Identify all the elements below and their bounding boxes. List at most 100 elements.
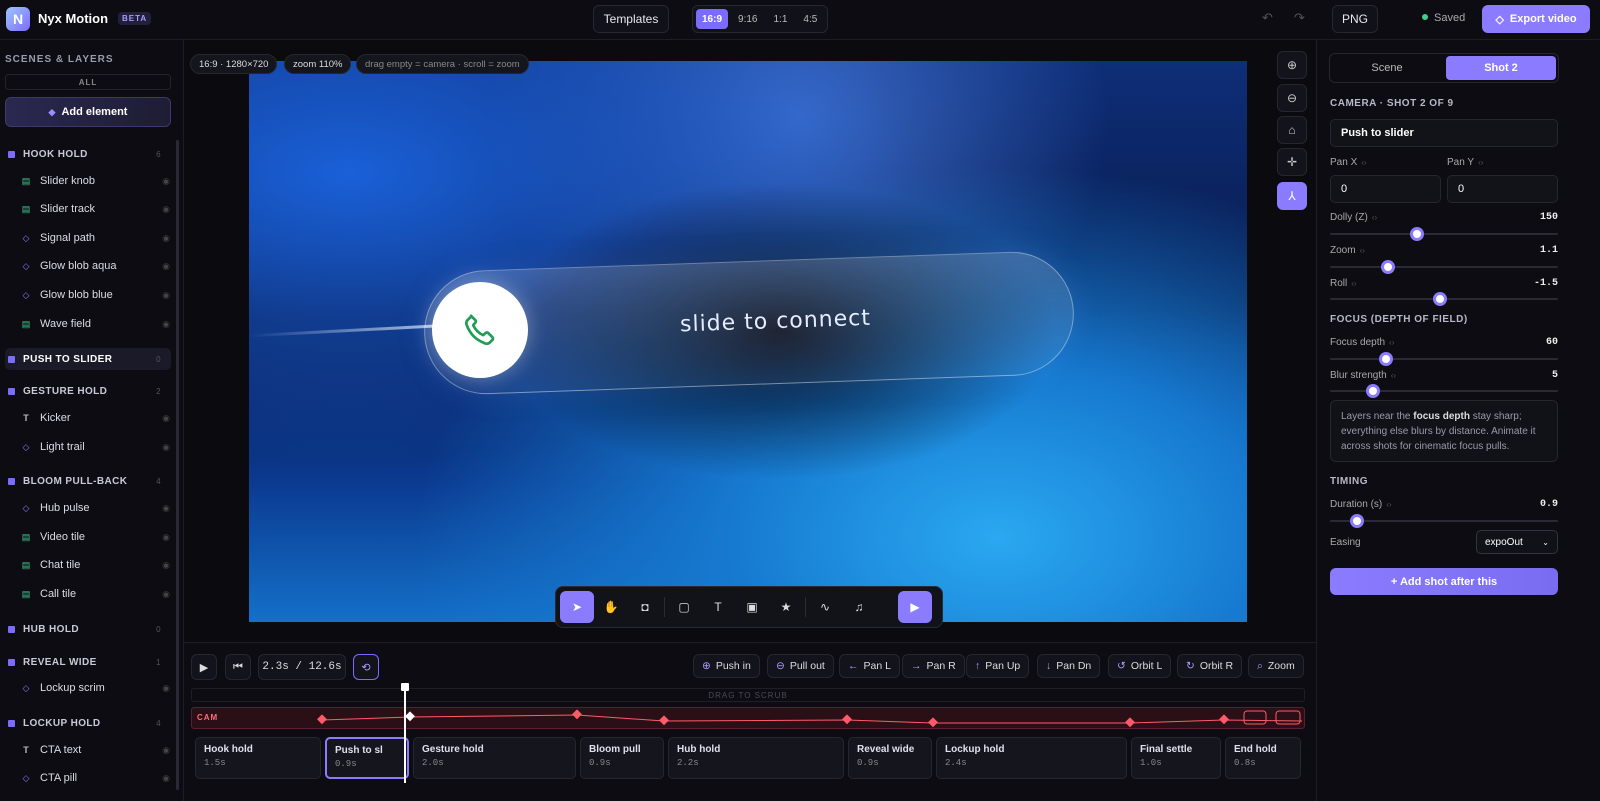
cam-pan-left-button[interactable]: ← Pan L	[839, 654, 900, 678]
shot-card[interactable]: Push to sl 0.9s	[325, 737, 409, 779]
layer-item[interactable]: ▤ Chat tile ◉	[20, 555, 170, 575]
star-tool-icon[interactable]: ★	[769, 591, 803, 623]
eye-icon[interactable]: ◉	[162, 773, 170, 784]
rectangle-tool-icon[interactable]: ▢	[667, 591, 701, 623]
zoom-in-icon[interactable]: ⊕	[1277, 51, 1307, 79]
eye-icon[interactable]: ◉	[162, 532, 170, 543]
eye-icon[interactable]: ◉	[162, 290, 170, 301]
music-tool-icon[interactable]: ♫	[842, 591, 876, 623]
slider-thumb[interactable]	[1410, 227, 1424, 241]
eye-icon[interactable]: ◉	[162, 503, 170, 514]
slider-thumb[interactable]	[1366, 384, 1380, 398]
zoom-slider[interactable]	[1330, 260, 1558, 274]
shot-card[interactable]: Hook hold 1.5s	[195, 737, 321, 779]
scene-group-lockup-hold[interactable]: LOCKUP HOLD 4	[5, 713, 171, 733]
cam-pan-down-button[interactable]: ↓ Pan Dn	[1037, 654, 1101, 678]
shot-card[interactable]: Hub hold 2.2s	[668, 737, 844, 779]
slider-thumb[interactable]	[1350, 514, 1364, 528]
roll-slider[interactable]	[1330, 292, 1558, 306]
ratio-4-5[interactable]: 4:5	[797, 9, 823, 29]
cam-orbit-left-button[interactable]: ↺ Orbit L	[1108, 654, 1172, 678]
shot-name-field[interactable]: Push to slider	[1330, 119, 1558, 147]
layer-item[interactable]: T Kicker ◉	[20, 408, 170, 428]
layer-item[interactable]: ▤ Slider knob ◉	[20, 171, 170, 191]
image-tool-icon[interactable]: ▣	[735, 591, 769, 623]
scene-group-hook-hold[interactable]: HOOK HOLD 6	[5, 144, 171, 164]
playhead[interactable]	[401, 683, 409, 783]
duration-slider[interactable]	[1330, 514, 1558, 528]
rewind-icon[interactable]: ⏮	[225, 654, 251, 680]
cam-pull-out-button[interactable]: ⊖ Pull out	[767, 654, 834, 678]
eye-icon[interactable]: ◉	[162, 560, 170, 571]
scene-group-push-to-slider[interactable]: PUSH TO SLIDER 0	[5, 348, 171, 370]
layer-item[interactable]: ◇ CTA pill ◉	[20, 768, 170, 788]
eye-icon[interactable]: ◉	[162, 745, 170, 756]
eye-icon[interactable]: ◉	[162, 261, 170, 272]
tab-scene[interactable]: Scene	[1332, 56, 1442, 80]
layer-item[interactable]: ▤ Video tile ◉	[20, 527, 170, 547]
easing-select[interactable]: expoOut ⌄	[1476, 530, 1558, 554]
eye-icon[interactable]: ◉	[162, 683, 170, 694]
shot-card[interactable]: End hold 0.8s	[1225, 737, 1301, 779]
shot-card[interactable]: Gesture hold 2.0s	[413, 737, 576, 779]
slider-thumb[interactable]	[1433, 292, 1447, 306]
scene-group-reveal-wide[interactable]: REVEAL WIDE 1	[5, 652, 171, 672]
eye-icon[interactable]: ◉	[162, 413, 170, 424]
layer-item[interactable]: ▤ Call tile ◉	[20, 584, 170, 604]
shot-card[interactable]: Lockup hold 2.4s	[936, 737, 1127, 779]
blur-slider[interactable]	[1330, 384, 1558, 398]
undo-icon[interactable]: ↶	[1262, 10, 1273, 26]
home-icon[interactable]: ⌂	[1277, 116, 1307, 144]
layer-item[interactable]: ◇ Signal path ◉	[20, 228, 170, 248]
loop-icon[interactable]: ⟲	[353, 654, 379, 680]
scene-group-gesture-hold[interactable]: GESTURE HOLD 2	[5, 381, 171, 401]
eye-icon[interactable]: ◉	[162, 442, 170, 453]
pan-y-input[interactable]: 0	[1447, 175, 1558, 203]
dolly-slider[interactable]	[1330, 227, 1558, 241]
text-tool-icon[interactable]: T	[701, 591, 735, 623]
scene-group-bloom-pull-back[interactable]: BLOOM PULL-BACK 4	[5, 471, 171, 491]
focus-depth-slider[interactable]	[1330, 352, 1558, 366]
add-element-button[interactable]: ◆ Add element	[5, 97, 171, 127]
export-video-button[interactable]: ◇ Export video	[1482, 5, 1590, 33]
add-shot-button[interactable]: + Add shot after this	[1330, 568, 1558, 595]
redo-icon[interactable]: ↷	[1294, 10, 1305, 26]
pan-x-input[interactable]: 0	[1330, 175, 1441, 203]
layer-item[interactable]: ◇ Lockup scrim ◉	[20, 678, 170, 698]
camera-tool-icon[interactable]: ◘	[628, 591, 662, 623]
eye-icon[interactable]: ◉	[162, 319, 170, 330]
center-icon[interactable]: ✛	[1277, 148, 1307, 176]
tab-shot[interactable]: Shot 2	[1446, 56, 1556, 80]
cam-push-in-button[interactable]: ⊕ Push in	[693, 654, 760, 678]
ratio-16-9[interactable]: 16:9	[696, 9, 729, 29]
sidebar-scrollbar[interactable]	[176, 140, 179, 790]
cam-pan-right-button[interactable]: → Pan R	[902, 654, 965, 678]
slider-thumb[interactable]	[1381, 260, 1395, 274]
pulse-tool-icon[interactable]: ∿	[808, 591, 842, 623]
ratio-1-1[interactable]: 1:1	[767, 9, 793, 29]
playhead-handle[interactable]	[401, 683, 409, 691]
eye-icon[interactable]: ◉	[162, 176, 170, 187]
ratio-9-16[interactable]: 9:16	[732, 9, 763, 29]
shot-card[interactable]: Reveal wide 0.9s	[848, 737, 932, 779]
preview-stage[interactable]: slide to connect	[249, 61, 1247, 622]
slider-thumb[interactable]	[1379, 352, 1393, 366]
shot-card[interactable]: Bloom pull 0.9s	[580, 737, 664, 779]
eye-icon[interactable]: ◉	[162, 589, 170, 600]
hand-tool-icon[interactable]: ✋	[594, 591, 628, 623]
scrub-ruler[interactable]: DRAG TO SCRUB	[191, 688, 1305, 702]
slider-knob[interactable]	[432, 282, 528, 378]
cam-orbit-right-button[interactable]: ↻ Orbit R	[1177, 654, 1243, 678]
eye-icon[interactable]: ◉	[162, 233, 170, 244]
filter-all-button[interactable]: ALL	[5, 74, 171, 90]
zoom-out-icon[interactable]: ⊖	[1277, 84, 1307, 112]
templates-button[interactable]: Templates	[593, 5, 669, 33]
play-icon[interactable]: ▶	[191, 654, 217, 680]
scene-group-hub-hold[interactable]: HUB HOLD 0	[5, 619, 171, 639]
layer-item[interactable]: T CTA text ◉	[20, 740, 170, 760]
cam-pan-up-button[interactable]: ↑ Pan Up	[966, 654, 1030, 678]
select-tool-icon[interactable]: ➤	[560, 591, 594, 623]
layer-item[interactable]: ◇ Glow blob aqua ◉	[20, 256, 170, 276]
eye-icon[interactable]: ◉	[162, 204, 170, 215]
play-preview-icon[interactable]: ▶	[898, 591, 932, 623]
